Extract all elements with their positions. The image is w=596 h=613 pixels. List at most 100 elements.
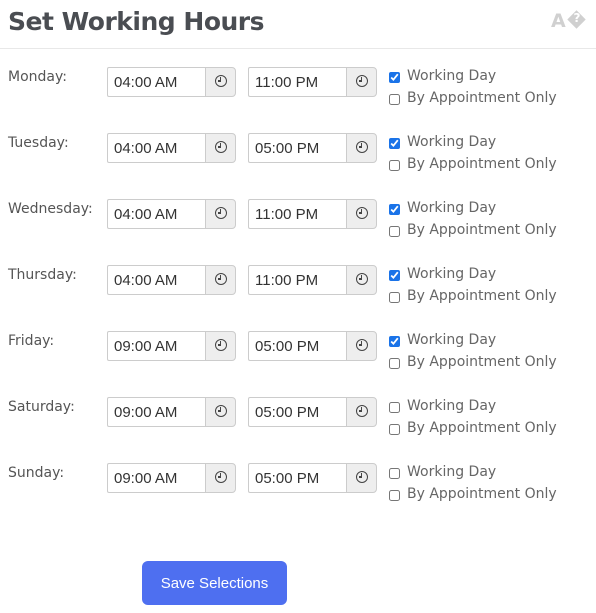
end-time-picker-button[interactable]: [346, 463, 377, 493]
start-time-input[interactable]: [107, 397, 205, 427]
working-day-checkbox[interactable]: [389, 204, 400, 215]
start-time-input[interactable]: [107, 199, 205, 229]
end-time-group: [248, 199, 377, 229]
clock-icon: [355, 470, 368, 483]
end-time-group: [248, 265, 377, 295]
by-appointment-label: By Appointment Only: [407, 222, 557, 238]
by-appointment-checkbox[interactable]: [389, 424, 400, 435]
working-day-label: Working Day: [407, 332, 497, 348]
by-appointment-option[interactable]: By Appointment Only: [388, 285, 557, 307]
clock-icon: [214, 470, 227, 483]
end-time-picker-button[interactable]: [346, 67, 377, 97]
day-options: Working Day By Appointment Only: [388, 395, 557, 439]
working-day-label: Working Day: [407, 464, 497, 480]
day-options: Working Day By Appointment Only: [388, 65, 557, 109]
end-time-input[interactable]: [248, 265, 346, 295]
day-label: Friday:: [8, 333, 55, 349]
day-row: Tuesday: Working Day: [0, 133, 596, 199]
start-time-group: [107, 199, 236, 229]
by-appointment-label: By Appointment Only: [407, 354, 557, 370]
working-day-option[interactable]: Working Day: [388, 197, 557, 219]
by-appointment-label: By Appointment Only: [407, 486, 557, 502]
by-appointment-option[interactable]: By Appointment Only: [388, 351, 557, 373]
by-appointment-checkbox[interactable]: [389, 226, 400, 237]
end-time-input[interactable]: [248, 463, 346, 493]
day-row: Thursday: Working Day: [0, 265, 596, 331]
end-time-picker-button[interactable]: [346, 133, 377, 163]
day-options: Working Day By Appointment Only: [388, 461, 557, 505]
end-time-input[interactable]: [248, 331, 346, 361]
start-time-group: [107, 133, 236, 163]
end-time-input[interactable]: [248, 67, 346, 97]
translate-icon[interactable]: A ?: [551, 10, 589, 34]
translate-question: ?: [573, 11, 581, 25]
by-appointment-option[interactable]: By Appointment Only: [388, 219, 557, 241]
working-day-checkbox[interactable]: [389, 270, 400, 281]
start-time-picker-button[interactable]: [205, 397, 236, 427]
day-options: Working Day By Appointment Only: [388, 197, 557, 241]
start-time-picker-button[interactable]: [205, 265, 236, 295]
working-day-label: Working Day: [407, 266, 497, 282]
working-day-label: Working Day: [407, 200, 497, 216]
end-time-group: [248, 463, 377, 493]
day-row: Friday: Working Day: [0, 331, 596, 397]
working-day-label: Working Day: [407, 134, 497, 150]
day-row: Wednesday: Working Day: [0, 199, 596, 265]
by-appointment-option[interactable]: By Appointment Only: [388, 483, 557, 505]
working-day-option[interactable]: Working Day: [388, 461, 557, 483]
day-options: Working Day By Appointment Only: [388, 131, 557, 175]
working-day-checkbox[interactable]: [389, 336, 400, 347]
end-time-picker-button[interactable]: [346, 331, 377, 361]
day-label: Monday:: [8, 69, 67, 85]
end-time-input[interactable]: [248, 199, 346, 229]
start-time-picker-button[interactable]: [205, 133, 236, 163]
clock-icon: [214, 338, 227, 351]
by-appointment-option[interactable]: By Appointment Only: [388, 87, 557, 109]
save-selections-button[interactable]: Save Selections: [142, 561, 287, 605]
working-day-checkbox[interactable]: [389, 402, 400, 413]
by-appointment-checkbox[interactable]: [389, 490, 400, 501]
working-day-option[interactable]: Working Day: [388, 395, 557, 417]
end-time-picker-button[interactable]: [346, 397, 377, 427]
working-day-option[interactable]: Working Day: [388, 329, 557, 351]
working-day-option[interactable]: Working Day: [388, 131, 557, 153]
start-time-picker-button[interactable]: [205, 67, 236, 97]
start-time-group: [107, 331, 236, 361]
day-row: Sunday: Working Day: [0, 463, 596, 529]
end-time-input[interactable]: [248, 133, 346, 163]
start-time-input[interactable]: [107, 265, 205, 295]
day-row: Monday: Working Day: [0, 67, 596, 133]
by-appointment-option[interactable]: By Appointment Only: [388, 153, 557, 175]
by-appointment-checkbox[interactable]: [389, 358, 400, 369]
start-time-input[interactable]: [107, 67, 205, 97]
end-time-picker-button[interactable]: [346, 265, 377, 295]
end-time-input[interactable]: [248, 397, 346, 427]
day-label: Wednesday:: [8, 201, 93, 217]
day-options: Working Day By Appointment Only: [388, 329, 557, 373]
by-appointment-option[interactable]: By Appointment Only: [388, 417, 557, 439]
day-label: Saturday:: [8, 399, 75, 415]
page-title: Set Working Hours: [8, 7, 265, 36]
by-appointment-checkbox[interactable]: [389, 94, 400, 105]
clock-icon: [355, 140, 368, 153]
start-time-input[interactable]: [107, 331, 205, 361]
working-day-option[interactable]: Working Day: [388, 65, 557, 87]
end-time-group: [248, 133, 377, 163]
start-time-input[interactable]: [107, 463, 205, 493]
working-day-option[interactable]: Working Day: [388, 263, 557, 285]
start-time-picker-button[interactable]: [205, 463, 236, 493]
start-time-picker-button[interactable]: [205, 331, 236, 361]
by-appointment-checkbox[interactable]: [389, 292, 400, 303]
working-day-label: Working Day: [407, 68, 497, 84]
start-time-picker-button[interactable]: [205, 199, 236, 229]
working-day-checkbox[interactable]: [389, 138, 400, 149]
working-day-checkbox[interactable]: [389, 468, 400, 479]
by-appointment-label: By Appointment Only: [407, 420, 557, 436]
working-day-checkbox[interactable]: [389, 72, 400, 83]
clock-icon: [355, 74, 368, 87]
start-time-input[interactable]: [107, 133, 205, 163]
day-label: Sunday:: [8, 465, 65, 481]
end-time-picker-button[interactable]: [346, 199, 377, 229]
by-appointment-checkbox[interactable]: [389, 160, 400, 171]
clock-icon: [355, 272, 368, 285]
